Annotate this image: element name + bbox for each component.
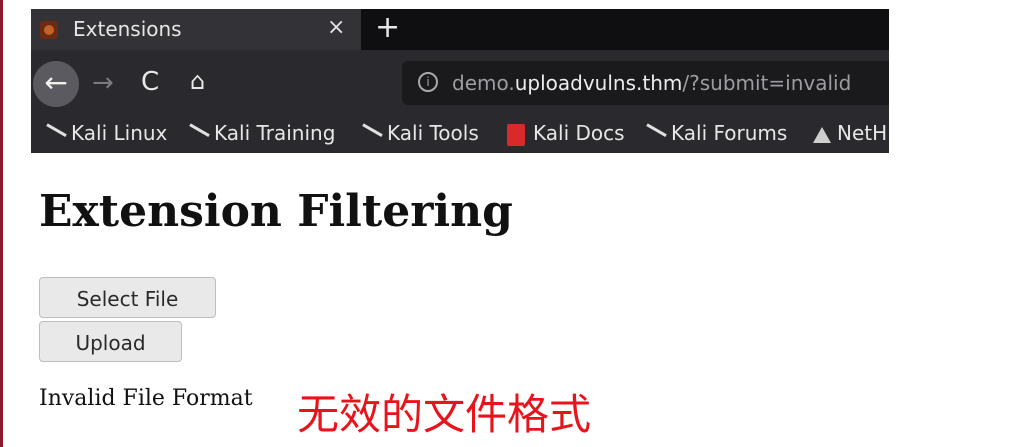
url-domain: uploadvulns.thm [514, 71, 683, 95]
bookmark-kali-forums[interactable]: Kali Forums [641, 121, 788, 146]
url-bar[interactable]: i demo.uploadvulns.thm/?submit=invalid [402, 61, 889, 105]
bookmark-label: Kali Training [214, 121, 336, 145]
select-file-button[interactable]: Select File [39, 277, 216, 318]
page-heading: Extension Filtering [39, 186, 513, 237]
bookmark-nethunter[interactable]: NetH [813, 121, 887, 145]
kali-dragon-icon [357, 123, 383, 146]
kali-dragon-icon [641, 123, 667, 146]
kali-docs-icon [507, 123, 525, 146]
bookmark-label: Kali Docs [533, 121, 625, 145]
tab-bar: Extensions × + [31, 9, 889, 50]
kali-dragon-icon [184, 123, 210, 146]
bookmark-label: NetH [837, 121, 888, 145]
bookmark-label: Kali Forums [671, 121, 788, 145]
bookmark-label: Kali Linux [71, 121, 168, 145]
bookmark-kali-docs[interactable]: Kali Docs [507, 121, 625, 146]
kali-favicon-icon [40, 21, 58, 39]
back-button[interactable]: ← [33, 61, 79, 107]
site-info-icon[interactable]: i [418, 72, 438, 92]
new-tab-button[interactable]: + [375, 11, 400, 45]
bookmark-kali-linux[interactable]: Kali Linux [41, 121, 168, 146]
tab-extensions[interactable]: Extensions × [31, 9, 361, 50]
url-path: /?submit=invalid [682, 71, 852, 95]
status-message: Invalid File Format [39, 386, 253, 411]
chinese-annotation: 无效的文件格式 [297, 390, 592, 439]
forward-button[interactable]: → [92, 68, 114, 98]
left-border-rule [0, 0, 3, 447]
upload-button[interactable]: Upload [39, 321, 182, 362]
home-button[interactable]: ⌂ [190, 67, 205, 95]
bookmark-kali-training[interactable]: Kali Training [184, 121, 336, 146]
browser-chrome: Extensions × + ← → C ⌂ i demo.uploadvuln… [31, 9, 889, 153]
url-text: demo.uploadvulns.thm/?submit=invalid [452, 71, 851, 95]
bookmark-kali-tools[interactable]: Kali Tools [357, 121, 479, 146]
nethunter-icon [813, 126, 831, 143]
reload-button[interactable]: C [141, 67, 159, 97]
tab-title: Extensions [73, 17, 182, 41]
close-tab-icon[interactable]: × [327, 15, 345, 40]
bookmarks-bar: Kali Linux Kali Training Kali Tools Kali… [31, 117, 889, 153]
kali-dragon-icon [41, 123, 67, 146]
bookmark-label: Kali Tools [387, 121, 479, 145]
url-prefix: demo. [452, 71, 515, 95]
navigation-bar: ← → C ⌂ i demo.uploadvulns.thm/?submit=i… [31, 50, 889, 117]
